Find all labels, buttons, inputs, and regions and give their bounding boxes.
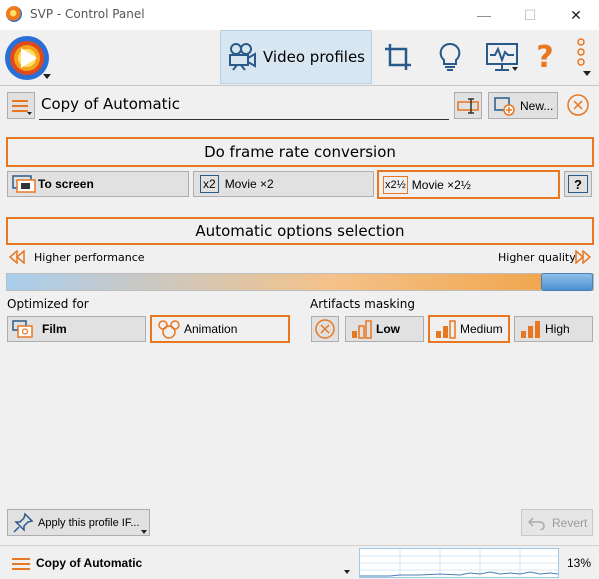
dropdown-arrow-icon [141,530,147,534]
window-title: SVP - Control Panel [30,7,145,21]
status-bar: Copy of Automatic 13% [0,545,599,579]
artifacts-high-label: High [545,322,570,336]
rewind-icon [8,249,25,265]
revert-button[interactable]: Revert [521,509,593,536]
frame-rate-options-button[interactable]: ? [564,171,592,197]
profile-name-field[interactable]: Copy of Automatic [39,92,449,120]
revert-label: Revert [552,515,588,530]
artifacts-medium-button[interactable]: Medium [428,315,510,343]
to-screen-label: To screen [38,177,94,191]
movie-x25-icon: x2½ [383,175,408,194]
hamburger-menu-icon [12,99,32,115]
tab-video-profiles-label: Video profiles [263,48,365,66]
maximize-button[interactable]: ☐ [507,0,553,30]
signal-high-icon [521,321,540,338]
app-icon [6,6,22,22]
optimized-for-label: Optimized for [7,297,89,311]
quality-slider-track[interactable] [6,273,594,291]
signal-medium-icon [436,320,456,339]
higher-quality-button[interactable] [574,249,592,265]
film-label: Film [42,322,67,336]
film-icon [12,320,33,338]
movie-x25-button[interactable]: x2½ Movie ×2½ [377,170,560,199]
minimize-button[interactable]: — [461,0,507,30]
status-dropdown-arrow-icon[interactable] [344,570,350,574]
new-profile-icon [494,96,515,116]
title-bar: SVP - Control Panel — ☐ ✕ [0,0,599,30]
artifacts-high-button[interactable]: High [514,316,593,342]
movie-x2-label: Movie ×2 [224,177,274,191]
crop-icon [385,44,411,70]
toolbar-divider [0,85,599,86]
cpu-usage-percent: 13% [567,556,592,570]
new-profile-label: New... [520,98,554,113]
svp-logo-icon [5,36,51,80]
higher-quality-label: Higher quality [498,251,576,264]
quality-slider-thumb[interactable] [541,273,593,291]
more-icon [577,38,591,76]
artifacts-low-label: Low [376,322,400,336]
monitor-icon [486,43,518,71]
screen-icon [12,175,36,193]
delete-profile-button[interactable] [566,93,590,117]
camera-icon [229,43,256,71]
apply-profile-if-button[interactable]: Apply this profile IF... [7,509,150,536]
profile-menu-button[interactable] [7,92,35,119]
delete-icon [567,94,589,116]
rename-profile-button[interactable] [454,92,482,119]
frame-rate-conversion-toggle[interactable]: Do frame rate conversion [6,137,594,167]
crop-button[interactable] [374,30,422,84]
higher-performance-button[interactable] [8,249,26,265]
movie-x2-button[interactable]: x2 Movie ×2 [193,171,374,197]
hamburger-menu-icon [12,558,30,570]
help-icon: ? [536,39,554,75]
animation-button[interactable]: Animation [150,315,290,343]
movie-x2-icon: x2 [200,175,219,193]
more-button[interactable] [566,30,596,84]
signal-low-icon [352,320,372,339]
undo-icon [528,516,545,530]
automatic-options-toggle[interactable]: Automatic options selection [6,217,594,245]
animation-label: Animation [184,322,238,336]
movie-x25-label: Movie ×2½ [411,177,471,192]
minimize-icon: — [477,7,491,23]
animation-icon [158,320,180,339]
off-icon [315,319,335,339]
apply-profile-if-label: Apply this profile IF... [38,516,140,529]
fast-forward-icon [575,249,592,265]
artifacts-off-button[interactable] [311,316,339,342]
artifacts-medium-label: Medium [460,322,503,336]
help-button[interactable]: ? [528,30,562,84]
close-icon: ✕ [570,6,582,23]
toolbar: Video profiles ? [0,30,599,86]
question-icon: ? [568,175,588,193]
pin-icon [13,512,34,533]
film-button[interactable]: Film [7,316,146,342]
artifacts-masking-label: Artifacts masking [310,297,415,311]
status-profile-name: Copy of Automatic [36,556,143,570]
monitor-button[interactable] [478,30,526,84]
svp-logo-button[interactable] [3,34,53,82]
lightbulb-icon [439,42,461,71]
higher-performance-label: Higher performance [34,251,145,264]
to-screen-button[interactable]: To screen [7,171,189,197]
cpu-graph [359,548,559,578]
artifacts-low-button[interactable]: Low [345,316,424,342]
status-profile-menu[interactable] [10,554,34,574]
lightbulb-button[interactable] [426,30,474,84]
cpu-graph-plot [360,549,559,577]
new-profile-button[interactable]: New... [488,92,558,119]
close-button[interactable]: ✕ [553,0,599,30]
maximize-icon: ☐ [523,6,537,23]
tab-video-profiles[interactable]: Video profiles [220,30,372,84]
edit-field-icon [457,97,479,114]
